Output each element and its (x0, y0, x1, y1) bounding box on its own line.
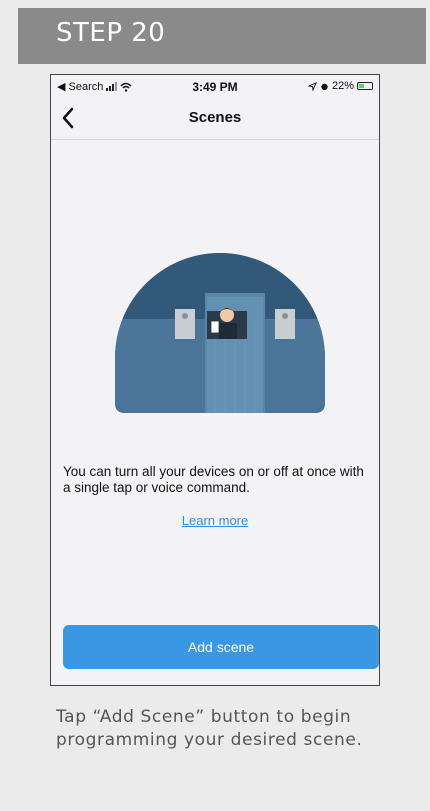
add-scene-button[interactable]: Add scene (63, 625, 379, 669)
instruction-card: STEP 20 ◀ Search 3:49 PM 22% Scenes You … (18, 8, 426, 805)
nav-bar: Scenes (51, 97, 379, 140)
learn-more-link[interactable]: Learn more (51, 513, 379, 528)
step-caption: Tap “Add Scene” button to begin programm… (56, 707, 363, 750)
status-right: 22% (307, 80, 373, 92)
phone-screenshot: ◀ Search 3:49 PM 22% Scenes You can turn… (50, 74, 380, 686)
alarm-icon (321, 83, 328, 90)
step-header: STEP 20 (18, 8, 426, 64)
step-title: STEP 20 (56, 18, 166, 48)
status-bar: ◀ Search 3:49 PM 22% (51, 75, 379, 97)
battery-percent: 22% (331, 80, 354, 92)
location-arrow-icon (307, 81, 317, 91)
battery-icon (357, 82, 373, 90)
page-title: Scenes (188, 109, 242, 126)
scenes-description: You can turn all your devices on or off … (63, 464, 364, 495)
scenes-illustration (115, 253, 325, 413)
